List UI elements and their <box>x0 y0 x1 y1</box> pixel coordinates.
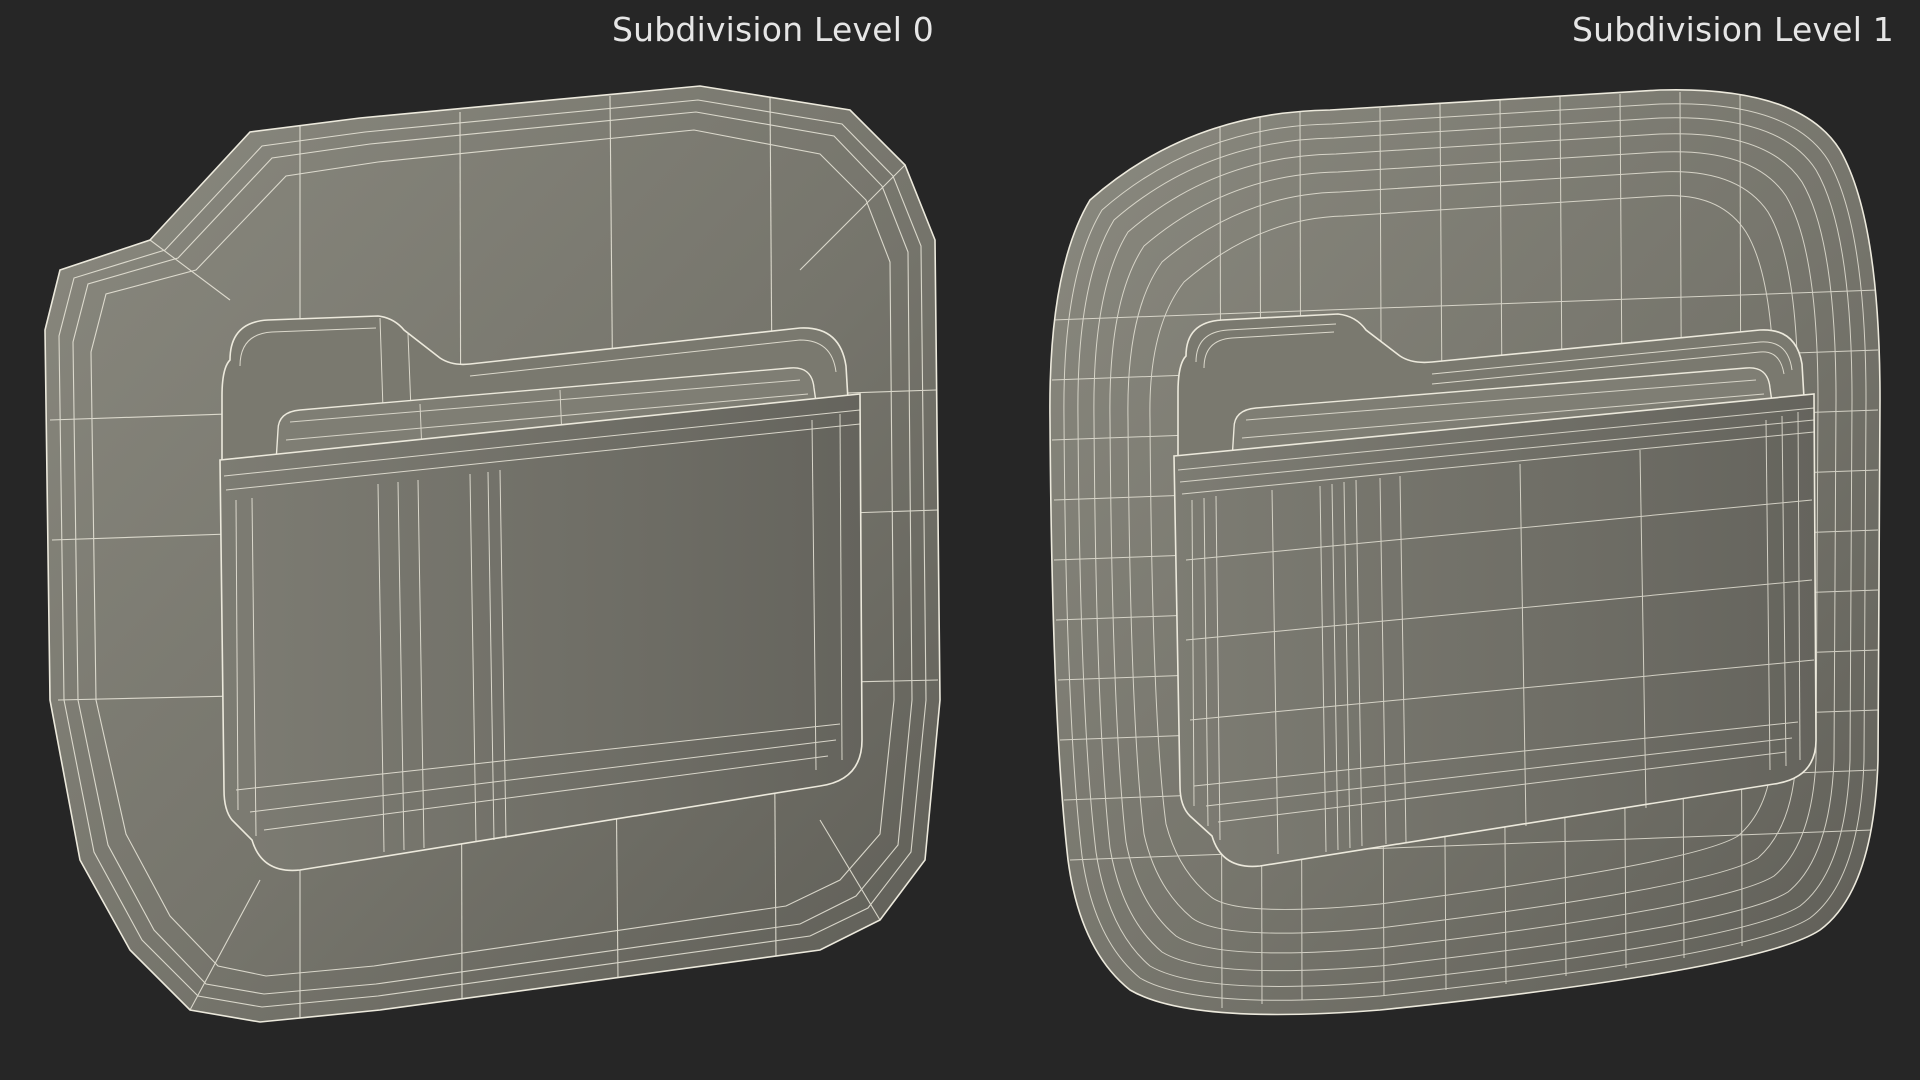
mesh-render-level-0 <box>44 85 941 1023</box>
mesh-render-level-1 <box>1049 88 1881 1016</box>
caption-subdivision-level-1: Subdivision Level 1 <box>1572 10 1894 49</box>
render-viewport: Subdivision Level 0 Subdivision Level 1 <box>0 0 1920 1080</box>
caption-subdivision-level-0: Subdivision Level 0 <box>612 10 934 49</box>
